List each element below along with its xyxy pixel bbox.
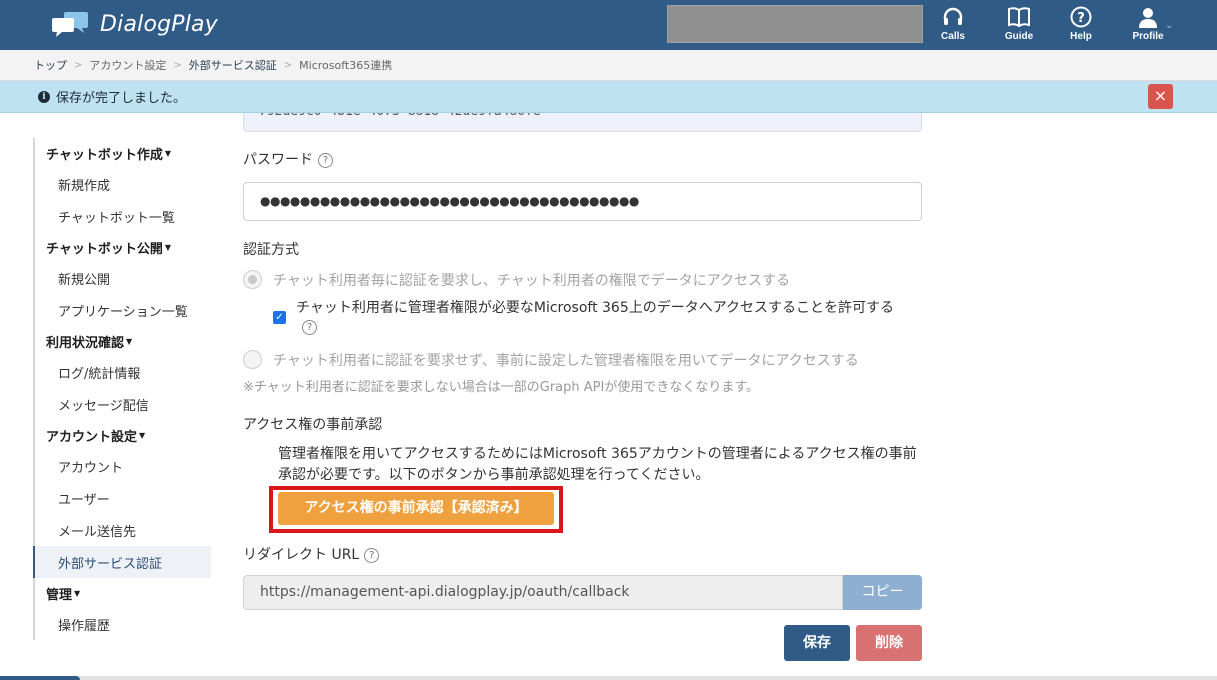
footer-divider [0, 676, 1217, 680]
book-icon [1008, 7, 1030, 28]
app-header: DialogPlay Calls Guide ? Help Profile ⌄ [0, 0, 1217, 50]
password-input[interactable]: ●●●●●●●●●●●●●●●●●●●●●●●●●●●●●●●●●●●●●● [243, 182, 922, 221]
sidebar-group-label: チャットボット作成 [46, 147, 163, 163]
sidebar-group-label: チャットボット公開 [46, 241, 163, 257]
breadcrumb-separator: > [283, 59, 293, 71]
save-button[interactable]: 保存 [784, 625, 850, 661]
caret-down-icon: ▼ [139, 430, 146, 440]
sidebar-group-admin[interactable]: 管理 ▼ [33, 578, 211, 608]
sidebar-item-message-delivery[interactable]: メッセージ配信 [33, 388, 211, 420]
admin-permission-label: チャット利用者に管理者権限が必要なMicrosoft 365上のデータへアクセス… [296, 300, 895, 316]
breadcrumb-current: Microsoft365連携 [299, 59, 393, 72]
question-icon: ? [1070, 6, 1092, 28]
password-label: パスワード? [243, 149, 333, 169]
help-icon[interactable]: ? [364, 547, 380, 563]
sidebar-group-chatbot-publish[interactable]: チャットボット公開 ▼ [33, 232, 211, 262]
caret-down-icon: ▼ [126, 336, 133, 346]
nav-calls-label: Calls [941, 31, 965, 42]
breadcrumb: トップ > アカウント設定 > 外部サービス認証 > Microsoft365連… [0, 50, 1217, 81]
auth-method-label: 認証方式 [243, 242, 299, 258]
redirect-url-label: リダイレクト URL? [243, 544, 380, 564]
breadcrumb-separator: > [173, 59, 182, 71]
caret-down-icon: ▼ [74, 588, 81, 598]
nav-guide-label: Guide [1004, 31, 1034, 42]
sidebar-group-account-settings[interactable]: アカウント設定 ▼ [33, 420, 211, 450]
redirect-url-label-text: リダイレクト URL [243, 547, 360, 563]
auth-option-1-label: チャット利用者毎に認証を要求し、チャット利用者の権限でデータにアクセスする [273, 273, 791, 289]
sidebar-group-label: 管理 [46, 587, 73, 603]
breadcrumb-top[interactable]: トップ [34, 57, 67, 73]
breadcrumb-separator: > [74, 59, 83, 71]
password-label-text: パスワード [243, 152, 313, 168]
sidebar-item-new-create[interactable]: 新規作成 [33, 168, 211, 200]
breadcrumb-external-auth[interactable]: 外部サービス認証 [189, 57, 277, 73]
sidebar-item-users[interactable]: ユーザー [33, 482, 211, 514]
help-icon[interactable]: ? [302, 320, 317, 335]
nav-help-label: Help [1070, 31, 1092, 42]
sidebar-item-mail-recipients[interactable]: メール送信先 [33, 514, 211, 546]
consent-label: アクセス権の事前承認 [243, 417, 383, 433]
auth-option-1-radio[interactable] [243, 270, 262, 289]
alert-close-button[interactable]: × [1148, 84, 1173, 109]
consent-description: 管理者権限を用いてアクセスするためにはMicrosoft 365アカウントの管理… [278, 446, 917, 483]
chat-bubbles-icon [52, 12, 88, 37]
sidebar-item-new-publish[interactable]: 新規公開 [33, 262, 211, 294]
caret-down-icon: ▼ [164, 148, 172, 158]
headset-icon [943, 7, 963, 25]
admin-consent-button[interactable]: アクセス権の事前承認【承認済み】 [278, 492, 554, 525]
alert-message: 保存が完了しました。 [56, 91, 187, 106]
nav-calls[interactable]: Calls [923, 6, 983, 48]
header-search-box[interactable] [667, 5, 923, 43]
nav-profile-label: Profile [1132, 31, 1164, 42]
redirect-url-input[interactable]: https://management-api.dialogplay.jp/oau… [243, 575, 843, 610]
breadcrumb-account-settings[interactable]: アカウント設定 [89, 57, 166, 73]
sidebar-item-external-auth[interactable]: 外部サービス認証 [33, 546, 211, 578]
sidebar-group-label: アカウント設定 [46, 429, 138, 445]
user-icon [1139, 8, 1157, 28]
sidebar-item-operation-history[interactable]: 操作履歴 [33, 608, 211, 640]
caret-down-icon: ▼ [164, 242, 172, 252]
sidebar-item-account[interactable]: アカウント [33, 450, 211, 482]
sidebar-item-chatbot-list[interactable]: チャットボット一覧 [33, 200, 211, 232]
footer-accent [0, 676, 80, 680]
nav-help[interactable]: ? Help [1051, 6, 1111, 48]
help-icon[interactable]: ? [318, 152, 333, 168]
chevron-down-icon[interactable]: ⌄ [1165, 20, 1173, 31]
sidebar-item-logs[interactable]: ログ/統計情報 [33, 356, 211, 388]
delete-button[interactable]: 削除 [856, 625, 922, 661]
svg-text:?: ? [1077, 11, 1085, 26]
copy-button[interactable]: コピー [843, 575, 922, 610]
client-id-value: 792de9c0-4b1e-4073-8818-42de9fa480fe [259, 113, 541, 119]
app-logo[interactable]: DialogPlay [52, 10, 218, 38]
sidebar-group-usage[interactable]: 利用状況確認 ▼ [33, 326, 211, 356]
auth-option-2-label: チャット利用者に認証を要求せず、事前に設定した管理者権限を用いてデータにアクセス… [273, 353, 859, 369]
sidebar-group-label: 利用状況確認 [46, 335, 125, 351]
auth-option-2-radio[interactable] [243, 350, 262, 369]
sidebar-group-chatbot-create[interactable]: チャットボット作成 ▼ [33, 138, 211, 168]
info-icon: i [38, 90, 50, 103]
sidebar: チャットボット作成 ▼ 新規作成 チャットボット一覧 チャットボット公開 ▼ 新規公… [33, 138, 211, 640]
auth-note: ※チャット利用者に認証を要求しない場合は一部のGraph APIが使用できなくな… [243, 380, 760, 395]
success-alert: i 保存が完了しました。 × [0, 81, 1217, 113]
sidebar-item-application-list[interactable]: アプリケーション一覧 [33, 294, 211, 326]
client-id-field[interactable]: 792de9c0-4b1e-4073-8818-42de9fa480fe [243, 113, 922, 132]
logo-text: DialogPlay [100, 11, 218, 37]
admin-permission-checkbox[interactable]: ✓ [273, 311, 286, 324]
nav-guide[interactable]: Guide [989, 6, 1049, 48]
